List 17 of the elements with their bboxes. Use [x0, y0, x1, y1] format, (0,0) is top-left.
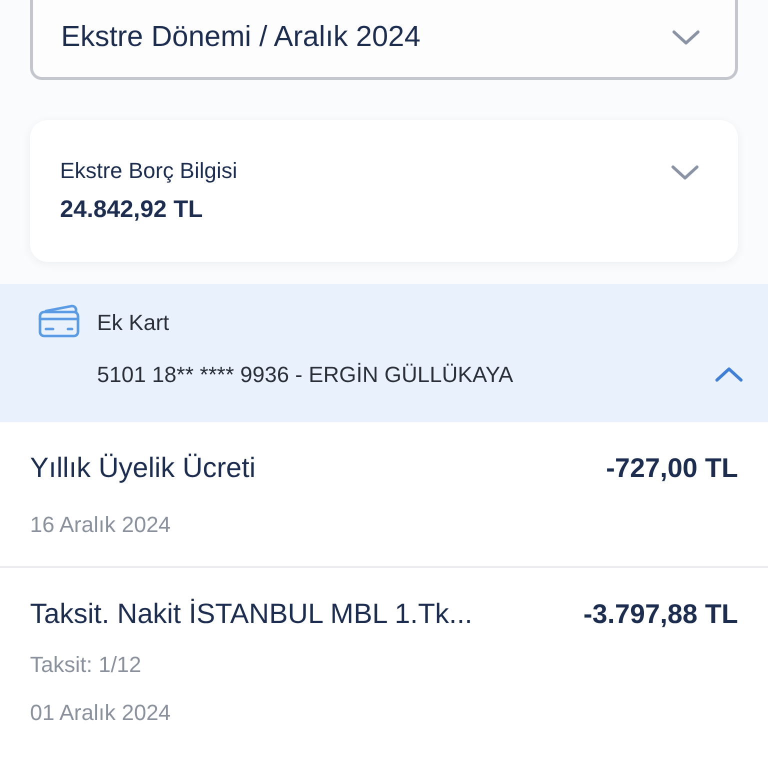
card-number: 5101 18** **** 9936 - ERGİN GÜLLÜKAYA [97, 362, 514, 388]
transaction-date: 16 Aralık 2024 [30, 512, 172, 538]
debt-title: Ekstre Borç Bilgisi [60, 158, 238, 184]
supplementary-card-header[interactable]: Ek Kart 5101 18** **** 9936 - ERGİN GÜLLÜKAYA [0, 284, 768, 422]
transaction-date: 01 Aralık 2024 [30, 700, 172, 726]
transaction-amount: -727,00 TL [606, 452, 738, 484]
transaction-amount: -3.797,88 TL [583, 598, 738, 630]
debt-amount: 24.842,92 TL [60, 196, 204, 224]
card-title: Ek Kart [97, 310, 170, 336]
debt-card[interactable]: Ekstre Borç Bilgisi 24.842,92 TL [30, 120, 738, 262]
period-dropdown[interactable]: Ekstre Dönemi / Aralık 2024 [30, 0, 738, 80]
transaction-title: Yıllık Üyelik Ücreti [30, 452, 256, 484]
chevron-icon[interactable] [670, 164, 700, 182]
installment-info: Taksit: 1/12 [30, 652, 142, 678]
period-label: Ekstre Dönemi / Aralık 2024 [61, 21, 420, 54]
transaction-title: Taksit. Nakit İSTANBUL MBL 1.Tk... [30, 598, 472, 630]
credit-card-icon [38, 304, 80, 338]
